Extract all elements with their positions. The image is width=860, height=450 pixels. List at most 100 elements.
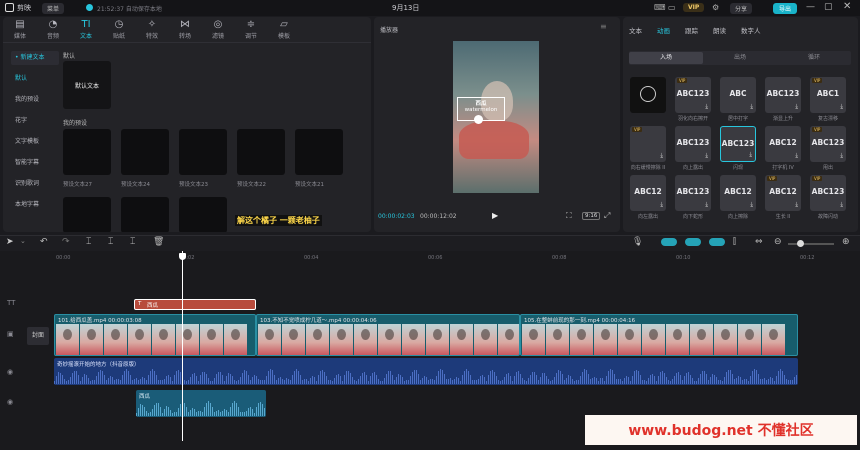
animation-tile[interactable]: ABC123 VIP ⤓ [810,126,846,162]
audio-clip[interactable]: 奇妙摇滚开始的地方（抖音原版） [54,358,798,385]
animation-tile[interactable]: ABC ⤓ [720,77,756,113]
download-icon[interactable]: ⤓ [795,201,798,209]
preset-tile[interactable] [179,129,227,175]
inspector-tab[interactable]: 跟踪 [685,25,698,35]
tool-dropdown-icon[interactable]: ⌄ [20,237,26,245]
auto-snap-toggle[interactable] [685,238,701,246]
download-icon[interactable]: ⤓ [750,103,753,111]
zoom-out-icon[interactable]: ⊖ [774,237,782,247]
menu-button[interactable]: 菜单 [42,3,65,14]
fit-timeline-icon[interactable]: ⇔ [755,237,763,247]
playhead-handle[interactable] [179,253,186,260]
sidebar-item[interactable]: 默认 [11,72,59,86]
sidebar-item[interactable]: 我的预设 [11,93,59,107]
toolbar-transition[interactable]: ⋈ 转场 [170,19,200,40]
download-icon[interactable]: ⤓ [750,201,753,209]
text-selection-box[interactable]: 西瓜 watermelon [457,97,505,124]
linkage-toggle[interactable] [709,238,725,246]
export-button[interactable]: 导出 [773,3,798,14]
inspector-tab[interactable]: 动画 [657,25,670,35]
ratio-button[interactable]: 9:16 [582,212,601,220]
download-icon[interactable]: ⤓ [749,151,752,159]
project-title[interactable]: 9月13日 [392,3,419,13]
toolbar-text[interactable]: TI 文本 [71,19,101,40]
preset-tile[interactable] [179,197,227,232]
share-button[interactable]: 分享 [730,3,753,14]
split-icon[interactable]: ⌶ [86,237,91,247]
download-icon[interactable]: ⤓ [705,103,708,111]
layout-icon[interactable]: ▭ [668,3,676,12]
fullscreen-icon[interactable]: ⤢ [604,211,610,221]
mic-icon[interactable]: 🎙 [632,237,643,247]
sidebar-item[interactable]: 本地字幕 [11,198,59,212]
zoom-slider-thumb[interactable] [797,240,804,247]
download-icon[interactable]: ⤓ [840,103,843,111]
video-clip[interactable]: 103.不知不觉喷成柠几道～.mp4 00:00:04:06 [256,314,520,356]
playhead[interactable] [182,251,183,441]
delete-icon[interactable]: 🗑 [153,237,164,247]
inspector-tab[interactable]: 朗读 [713,25,726,35]
redo-icon[interactable]: ↷ [62,237,70,247]
vip-button[interactable]: VIP [683,3,705,12]
inspector-tab[interactable]: 文本 [629,25,642,35]
toolbar-sticker[interactable]: ◷ 贴纸 [104,19,134,40]
fit-icon[interactable]: ⛶ [566,211,572,221]
animation-tile[interactable]: ABC123 VIP ⤓ [675,77,711,113]
preset-tile[interactable] [295,129,343,175]
maximize-icon[interactable]: ▢ [824,2,833,12]
subtab-2[interactable]: 循环 [777,52,851,64]
rotate-handle-icon[interactable] [474,115,483,124]
animation-tile[interactable]: VIP ⤓ [630,126,666,162]
animation-tile[interactable]: ABC1 VIP ⤓ [810,77,846,113]
split-right-icon[interactable]: ⌶ [130,237,135,247]
animation-tile[interactable]: ABC12 ⤓ [630,175,666,211]
select-tool-icon[interactable]: ➤ [6,237,14,247]
animation-tile[interactable]: ABC123 VIP ⤓ [810,175,846,211]
flower-text-preview[interactable]: 解这个橘子 一颗老柚子 [235,215,322,226]
preview-axis-icon[interactable]: ⫿ [733,237,736,247]
close-icon[interactable]: ✕ [843,1,851,12]
animation-tile[interactable]: ABC12 VIP ⤓ [765,175,801,211]
video-preview[interactable]: 西瓜 watermelon [453,41,539,193]
toolbar-effects[interactable]: ✧ 特效 [137,19,167,40]
download-icon[interactable]: ⤓ [795,152,798,160]
default-text-tile[interactable]: 默认文本 [63,61,111,109]
keyboard-icon[interactable]: ⌨ [654,3,666,12]
toolbar-filter[interactable]: ◎ 滤镜 [203,19,233,40]
download-icon[interactable]: ⤓ [840,152,843,160]
animation-tile[interactable]: ABC123 ⤓ [720,126,756,162]
video-clip[interactable]: 101.给西瓜盖.mp4 00:00:03:08 [54,314,256,356]
main-track-magnet-toggle[interactable] [661,238,677,246]
video-clip[interactable]: 105.在整蚌前现的那一刻.mp4 00:00:04:16 [520,314,798,356]
preset-tile[interactable] [121,197,169,232]
sidebar-item[interactable]: 文字模板 [11,135,59,149]
preset-tile[interactable] [63,197,111,232]
split-left-icon[interactable]: ⌶ [108,237,113,247]
preset-tile[interactable] [63,129,111,175]
player-menu-icon[interactable]: ≡ [600,22,607,31]
sidebar-item[interactable]: 花字 [11,114,59,128]
download-icon[interactable]: ⤓ [660,152,663,160]
sfx-clip[interactable]: 西瓜 [136,390,266,417]
toolbar-media[interactable]: ▤ 媒体 [5,19,35,40]
animation-tile[interactable]: ABC12 ⤓ [765,126,801,162]
sidebar-item[interactable]: 智能字幕 [11,156,59,170]
download-icon[interactable]: ⤓ [840,201,843,209]
download-icon[interactable]: ⤓ [705,201,708,209]
minimize-icon[interactable]: — [806,2,815,12]
play-icon[interactable]: ▶ [492,211,498,220]
cover-button[interactable]: 封面 [27,327,49,345]
sidebar-item[interactable]: • 新建文本 [11,51,59,65]
download-icon[interactable]: ⤓ [795,103,798,111]
text-clip[interactable]: T 西瓜 [134,299,256,310]
preset-tile[interactable] [121,129,169,175]
inspector-tab[interactable]: 数字人 [741,25,761,35]
toolbar-audio[interactable]: ◔ 音频 [38,19,68,40]
animation-tile[interactable]: ABC123 ⤓ [675,126,711,162]
zoom-slider[interactable] [788,243,834,245]
preset-tile[interactable] [237,129,285,175]
toolbar-adjust[interactable]: ≑ 调节 [236,19,266,40]
download-icon[interactable]: ⤓ [660,201,663,209]
download-icon[interactable]: ⤓ [705,152,708,160]
subtab-1[interactable]: 出场 [703,52,777,64]
